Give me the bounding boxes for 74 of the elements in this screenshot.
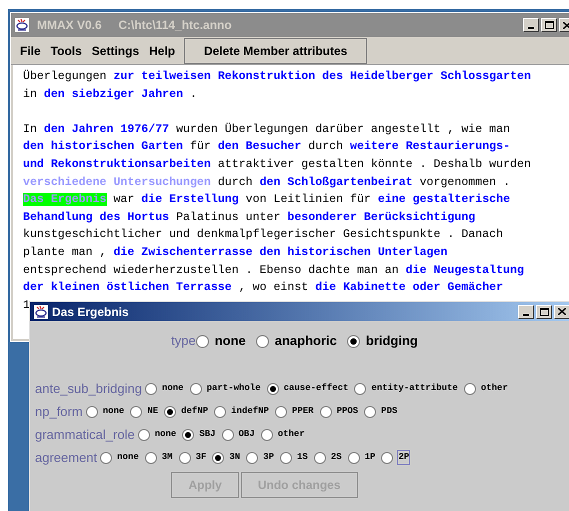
option-label: none: [162, 382, 184, 395]
option-label: 3N: [229, 450, 240, 464]
markable-text[interactable]: den Besucher: [218, 140, 302, 154]
delete-member-attributes-button[interactable]: Delete Member attributes: [184, 38, 368, 64]
option-label: bridging: [366, 332, 418, 350]
option-label: none: [102, 404, 124, 418]
markable-text[interactable]: eine gestalterische: [378, 193, 510, 206]
option-label: cause-effect: [284, 382, 348, 395]
attribute-label: agreement: [35, 448, 98, 467]
option-label: 1S: [297, 450, 308, 464]
markable-text[interactable]: die Erstellung: [141, 193, 239, 206]
dialog-title: Das Ergebnis: [52, 304, 129, 320]
option-label: 3P: [263, 450, 274, 464]
option-label: NE: [147, 404, 158, 418]
text-span: für: [188, 140, 212, 154]
attribute-label: type: [171, 332, 196, 350]
option-label: PPER: [292, 404, 314, 418]
text-span: vorgenommen .: [418, 176, 510, 189]
attribute-label: np_form: [35, 402, 83, 421]
menu-item[interactable]: Settings: [86, 42, 144, 60]
markable-text[interactable]: besonderer Berücksichtigung: [287, 210, 476, 224]
option-label: 2S: [330, 450, 342, 464]
option-label: none: [214, 332, 246, 350]
text-span: 1: [23, 298, 30, 312]
markable-text[interactable]: die Zwischenterrasse den historischen Unterlagen: [113, 246, 448, 259]
text-span: entsprechend wiederherzustellen . Ebenso dachte man an: [23, 264, 400, 277]
markable-text[interactable]: den Schloßgartenbeirat: [260, 176, 413, 189]
text-span: von Leitlinien für: [244, 193, 372, 206]
text-span: plante man ,: [23, 246, 108, 259]
text-span: in: [23, 88, 38, 101]
text-span: war: [112, 193, 136, 206]
option-label: entity-attribute: [371, 382, 458, 395]
option-label: none: [117, 450, 139, 464]
attribute-label: ante_sub_bridging: [35, 380, 142, 398]
text-span: durch: [216, 176, 254, 189]
text-span: .: [188, 88, 197, 101]
markable-text[interactable]: den siebziger Jahren: [44, 88, 184, 101]
markable-text[interactable]: die Neugestaltung: [406, 264, 524, 277]
text-span: Palatinus unter: [175, 210, 282, 224]
markable-text[interactable]: zur teilweisen Rekonstruktion des Heidelberger Schlossgarten: [113, 70, 531, 83]
option-label: PPOS: [336, 404, 358, 418]
option-label: defNP: [181, 404, 208, 418]
text-span: In: [23, 122, 38, 136]
text-span: attraktiver gestalten könnte . Deshalb wurden: [216, 158, 531, 171]
option-label: part-whole: [206, 382, 261, 395]
option-label: other: [278, 428, 305, 441]
markable-text[interactable]: weitere Restaurierungs-: [350, 140, 510, 154]
text-span: durch: [307, 140, 344, 154]
markable-text[interactable]: den historischen Garten: [23, 140, 184, 154]
option-label: SBJ: [199, 428, 216, 441]
option-label: indefNP: [231, 404, 269, 418]
option-label: other: [480, 382, 508, 395]
option-label: anaphoric: [274, 332, 337, 350]
markable-text[interactable]: den Jahren 1976/77: [44, 122, 170, 136]
option-label: 1P: [364, 450, 376, 464]
text-span: Überlegungen: [23, 70, 108, 83]
text-span: , wo einst: [238, 281, 310, 294]
option-label: none: [154, 428, 176, 441]
menu-item[interactable]: File: [15, 42, 46, 60]
markable-text[interactable]: die Kabinette oder Gemächer: [315, 281, 504, 294]
text-span: kunstgeschichtlicher und denkmalpflegerischer Gesichtspunkte . Danach: [23, 228, 504, 242]
option-label: 3M: [162, 450, 173, 464]
menu-item[interactable]: Tools: [46, 42, 87, 60]
menu-item[interactable]: Help: [144, 42, 180, 60]
text-span: wurden Überlegungen darüber angestellt , wie man: [175, 122, 510, 136]
option-label: 2P: [398, 450, 410, 464]
window-title: MMAX V0.6 C:\htc\114_htc.anno: [37, 17, 232, 34]
attribute-label: grammatical_role: [35, 426, 135, 444]
option-label: 3F: [196, 450, 206, 464]
option-label: OBJ: [238, 428, 255, 441]
markable-text[interactable]: und Rekonstruktionsarbeiten: [23, 158, 211, 171]
markable-text[interactable]: der kleinen östlichen Terrasse: [23, 281, 232, 294]
markable-text[interactable]: Behandlung des Hortus: [23, 210, 170, 224]
option-label: PDS: [381, 404, 398, 418]
